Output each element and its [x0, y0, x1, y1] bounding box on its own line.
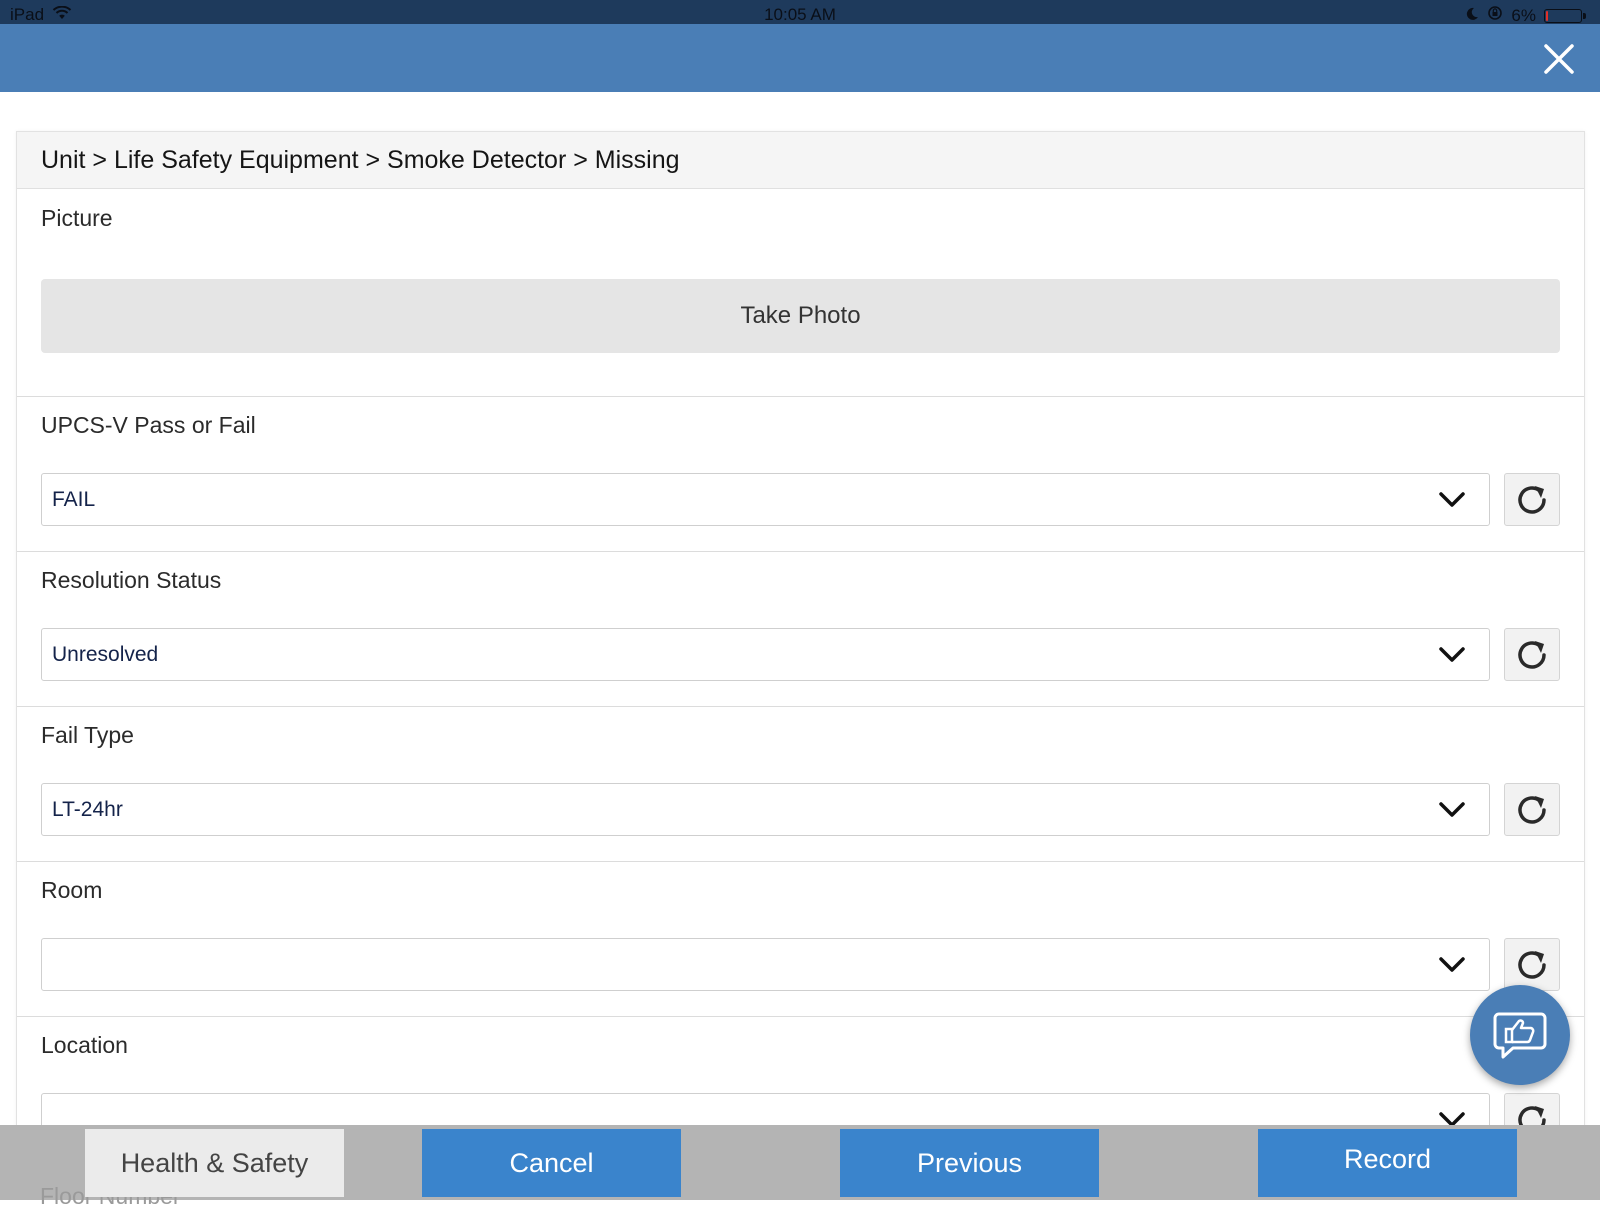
cancel-button[interactable]: Cancel	[422, 1129, 681, 1197]
room-label: Room	[41, 877, 103, 903]
location-label: Location	[41, 1032, 128, 1058]
status-time: 10:05 AM	[764, 5, 836, 24]
upcs-v-pass-or-fail-value: FAIL	[52, 488, 96, 511]
picture-section: Picture Take Photo	[17, 189, 1584, 397]
close-button[interactable]	[1542, 42, 1576, 76]
record-button[interactable]: Record	[1258, 1129, 1517, 1197]
fail-type-reset-button[interactable]	[1504, 783, 1560, 836]
chevron-down-icon	[1439, 492, 1465, 507]
status-bar: iPad 10:05 AM 6%	[0, 0, 1600, 26]
fail-type-select[interactable]: LT-24hr	[41, 783, 1490, 836]
fail-type-section: Fail Type LT-24hr	[17, 707, 1584, 862]
chevron-down-icon	[1439, 802, 1465, 817]
modal-header	[0, 24, 1600, 92]
close-icon	[1544, 44, 1574, 74]
resolution-status-reset-button[interactable]	[1504, 628, 1560, 681]
breadcrumb: Unit > Life Safety Equipment > Smoke Det…	[17, 132, 1584, 189]
rotation-lock-icon	[1487, 5, 1503, 26]
upcs-v-pass-or-fail-select[interactable]: FAIL	[41, 473, 1490, 526]
footer-bar: Floor Number Health & Safety Cancel Prev…	[0, 1125, 1600, 1209]
refresh-icon	[1518, 485, 1546, 514]
moon-icon	[1465, 6, 1479, 26]
room-select[interactable]	[41, 938, 1490, 991]
previous-button[interactable]: Previous	[840, 1129, 1099, 1197]
battery-icon	[1544, 8, 1586, 23]
upcs-v-pass-or-fail-section: UPCS-V Pass or Fail FAIL	[17, 397, 1584, 552]
fail-type-label: Fail Type	[41, 722, 134, 748]
resolution-status-select[interactable]: Unresolved	[41, 628, 1490, 681]
fail-type-value: LT-24hr	[52, 798, 123, 821]
resolution-status-value: Unresolved	[52, 643, 159, 666]
refresh-icon	[1518, 950, 1546, 979]
thumbs-up-chat-icon	[1493, 1012, 1547, 1059]
chevron-down-icon	[1439, 957, 1465, 972]
picture-label: Picture	[41, 205, 113, 231]
refresh-icon	[1518, 640, 1546, 669]
take-photo-button[interactable]: Take Photo	[41, 279, 1560, 353]
upcs-v-pass-or-fail-label: UPCS-V Pass or Fail	[41, 412, 256, 438]
status-right: 6%	[1465, 5, 1586, 26]
fields-container: UPCS-V Pass or Fail FAIL Resolution Status…	[17, 397, 1584, 1131]
resolution-status-label: Resolution Status	[41, 567, 222, 593]
form-card: Unit > Life Safety Equipment > Smoke Det…	[16, 131, 1585, 1131]
room-section: Room	[17, 862, 1584, 1017]
refresh-icon	[1518, 795, 1546, 824]
health-safety-button[interactable]: Health & Safety	[85, 1129, 344, 1197]
resolution-status-section: Resolution Status Unresolved	[17, 552, 1584, 707]
upcs-v-pass-or-fail-reset-button[interactable]	[1504, 473, 1560, 526]
feedback-button[interactable]	[1470, 985, 1570, 1085]
room-reset-button[interactable]	[1504, 938, 1560, 991]
chevron-down-icon	[1439, 647, 1465, 662]
battery-level	[1546, 10, 1548, 21]
location-section: Location	[17, 1017, 1584, 1131]
battery-percent: 6%	[1511, 5, 1536, 25]
